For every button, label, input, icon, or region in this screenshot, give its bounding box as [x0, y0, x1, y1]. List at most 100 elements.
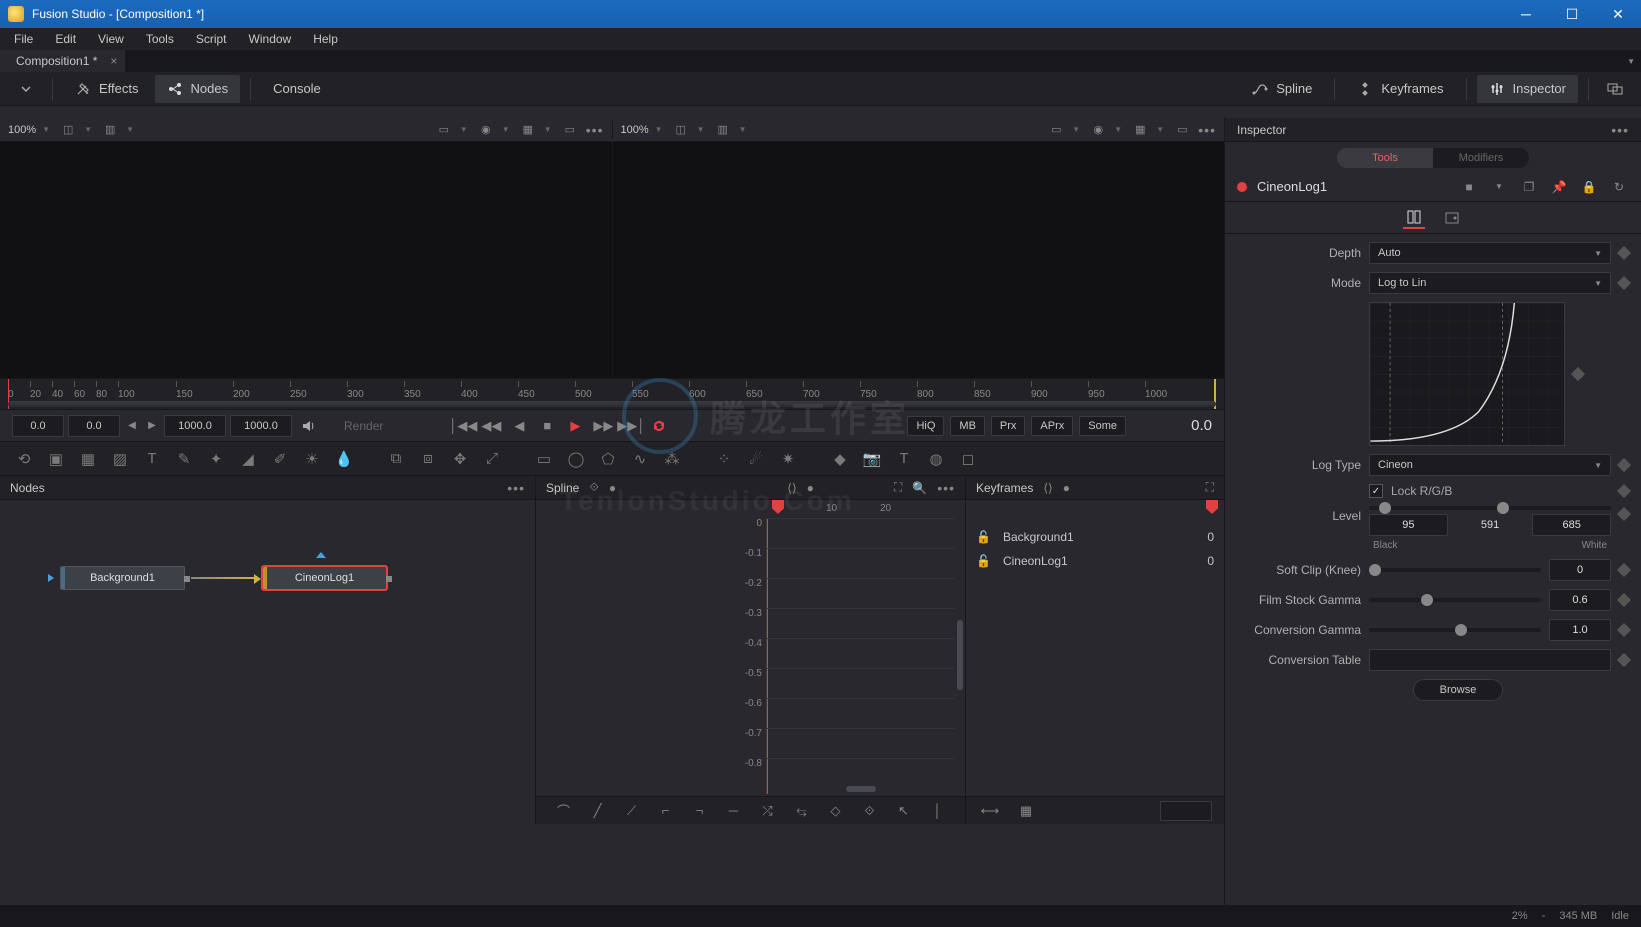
console-button[interactable]: Console: [261, 75, 333, 103]
shelf-fastnoise-icon[interactable]: ▦: [74, 446, 102, 472]
tool-color-dropdown[interactable]: ▼: [1489, 182, 1509, 191]
shelf-wand-icon[interactable]: ⁂: [658, 446, 686, 472]
level-range-slider[interactable]: [1369, 506, 1611, 510]
spline-step-in-icon[interactable]: ⌐: [654, 803, 678, 818]
mode-keyframe-icon[interactable]: [1617, 276, 1631, 290]
spline-flat-icon[interactable]: ─: [722, 803, 746, 818]
viewer-left-zoom[interactable]: 100%: [8, 124, 36, 136]
spline-button[interactable]: Spline: [1240, 75, 1324, 103]
depth-dropdown[interactable]: Auto▼: [1369, 242, 1611, 264]
menu-script[interactable]: Script: [186, 30, 237, 48]
spline-vscroll[interactable]: [957, 620, 963, 690]
shelf-rectangle-icon[interactable]: ▭: [530, 446, 558, 472]
tool-versions-icon[interactable]: ❐: [1519, 180, 1539, 194]
next-arrow-icon[interactable]: ▶: [144, 420, 160, 431]
shelf-ellipse-icon[interactable]: ◯: [562, 446, 590, 472]
step-forward-icon[interactable]: ▶▶: [591, 414, 615, 438]
layout-quad-icon[interactable]: ▥: [100, 121, 120, 139]
node-output-port[interactable]: [184, 576, 190, 582]
maximize-button[interactable]: ☐: [1549, 0, 1595, 28]
mode-dropdown[interactable]: Log to Lin▼: [1369, 272, 1611, 294]
spline-dot2-icon[interactable]: ●: [807, 481, 814, 495]
some-button[interactable]: Some: [1079, 416, 1126, 436]
shelf-camera-icon[interactable]: 📷: [858, 446, 886, 472]
spline-linear-icon[interactable]: ╱: [586, 803, 610, 819]
menu-tools[interactable]: Tools: [136, 30, 184, 48]
shelf-background-icon[interactable]: ▣: [42, 446, 70, 472]
shelf-brightness-icon[interactable]: ☀: [298, 446, 326, 472]
stop-icon[interactable]: ■: [535, 414, 559, 438]
layout-split-icon[interactable]: ◫: [58, 121, 78, 139]
step-back-icon[interactable]: ◀◀: [479, 414, 503, 438]
goto-end-icon[interactable]: ▶▶│: [619, 414, 643, 438]
inspector-tab-modifiers[interactable]: Modifiers: [1433, 148, 1529, 168]
node-graph[interactable]: Background1 CineonLog1: [0, 500, 535, 824]
viewer-right[interactable]: [613, 142, 1225, 378]
keyframes-button[interactable]: Keyframes: [1345, 75, 1455, 103]
shelf-cube-icon[interactable]: ◻: [954, 446, 982, 472]
tool-reset-icon[interactable]: ↻: [1609, 180, 1629, 194]
tool-color-swatch[interactable]: ■: [1459, 180, 1479, 194]
convtable-keyframe-icon[interactable]: [1617, 653, 1631, 667]
play-icon[interactable]: ▶: [563, 414, 587, 438]
node-connection[interactable]: [191, 577, 255, 579]
subtab-controls-icon[interactable]: [1403, 207, 1425, 229]
filmgamma-slider[interactable]: [1369, 598, 1541, 602]
channel-icon-r[interactable]: ◉: [1088, 121, 1108, 139]
lock-keyframe-icon[interactable]: [1617, 484, 1631, 498]
shelf-prender-icon[interactable]: ☄: [742, 446, 770, 472]
depth-keyframe-icon[interactable]: [1617, 246, 1631, 260]
range-b-field[interactable]: 1000.0: [230, 415, 292, 437]
time-display[interactable]: 0.0: [1142, 417, 1212, 434]
tabs-dropdown-icon[interactable]: ▼: [1627, 57, 1635, 66]
tab-close-icon[interactable]: ×: [110, 54, 117, 68]
shelf-pemitter-icon[interactable]: ✷: [774, 446, 802, 472]
close-button[interactable]: ✕: [1595, 0, 1641, 28]
in-point-field[interactable]: 0.0: [12, 415, 64, 437]
expand-dropdown[interactable]: [10, 75, 42, 103]
node-output-port[interactable]: [386, 576, 392, 582]
spline-editor[interactable]: 10 20 0-0.1-0.2-0.3-0.4-0.5-0.6-0.7-0.8 …: [536, 500, 965, 824]
shelf-polygon-icon[interactable]: ⬠: [594, 446, 622, 472]
menu-file[interactable]: File: [4, 30, 43, 48]
viewer-right-options-icon[interactable]: •••: [1198, 122, 1216, 138]
grid-icon-r[interactable]: ▦: [1130, 121, 1150, 139]
keyframe-row[interactable]: 🔓 CineonLog1 0: [976, 550, 1214, 572]
level-black-field[interactable]: 95: [1369, 514, 1448, 536]
grid-icon[interactable]: ▦: [518, 121, 538, 139]
shelf-sparkle-icon[interactable]: ✦: [202, 446, 230, 472]
nodes-options-icon[interactable]: •••: [507, 480, 525, 496]
shelf-noise-icon[interactable]: ▨: [106, 446, 134, 472]
spline-timereverse-icon[interactable]: ⥃: [790, 803, 814, 819]
rect-icon[interactable]: ▭: [560, 121, 580, 139]
softclip-keyframe-icon[interactable]: [1617, 563, 1631, 577]
shelf-shape3d-icon[interactable]: ◍: [922, 446, 950, 472]
menu-help[interactable]: Help: [303, 30, 348, 48]
kf-width-icon[interactable]: ⟨⟩: [1043, 481, 1052, 495]
ruler-scrollbar[interactable]: [8, 401, 1216, 407]
convgamma-field[interactable]: 1.0: [1549, 619, 1611, 641]
shelf-text-icon[interactable]: T: [138, 446, 166, 472]
node-background[interactable]: Background1: [60, 566, 185, 590]
viewer-left[interactable]: [0, 142, 613, 378]
time-ruler[interactable]: 0204060801001502002503003504004505005506…: [0, 378, 1224, 410]
tool-pin-icon[interactable]: 📌: [1549, 180, 1569, 194]
viewer-right-zoom[interactable]: 100%: [621, 124, 649, 136]
fit-icon[interactable]: ▭: [434, 121, 454, 139]
level-black-thumb[interactable]: [1379, 502, 1391, 514]
shelf-text3d-icon[interactable]: T: [890, 446, 918, 472]
aprx-button[interactable]: APrx: [1031, 416, 1073, 436]
keyframe-row[interactable]: 🔓 Background1 0: [976, 526, 1214, 548]
shelf-3d-icon[interactable]: ◆: [826, 446, 854, 472]
level-white-field[interactable]: 685: [1532, 514, 1611, 536]
spline-loop-icon[interactable]: ◇: [824, 803, 848, 819]
loop-icon[interactable]: [647, 414, 671, 438]
rect-icon-r[interactable]: ▭: [1172, 121, 1192, 139]
menu-view[interactable]: View: [88, 30, 134, 48]
shelf-particles-icon[interactable]: ⁘: [710, 446, 738, 472]
browse-button[interactable]: Browse: [1413, 679, 1503, 701]
inspector-button[interactable]: Inspector: [1477, 75, 1578, 103]
filmgamma-keyframe-icon[interactable]: [1617, 593, 1631, 607]
spline-pingpong-icon[interactable]: ⟐: [858, 803, 882, 819]
spline-ease-icon[interactable]: ⟋: [620, 803, 644, 819]
